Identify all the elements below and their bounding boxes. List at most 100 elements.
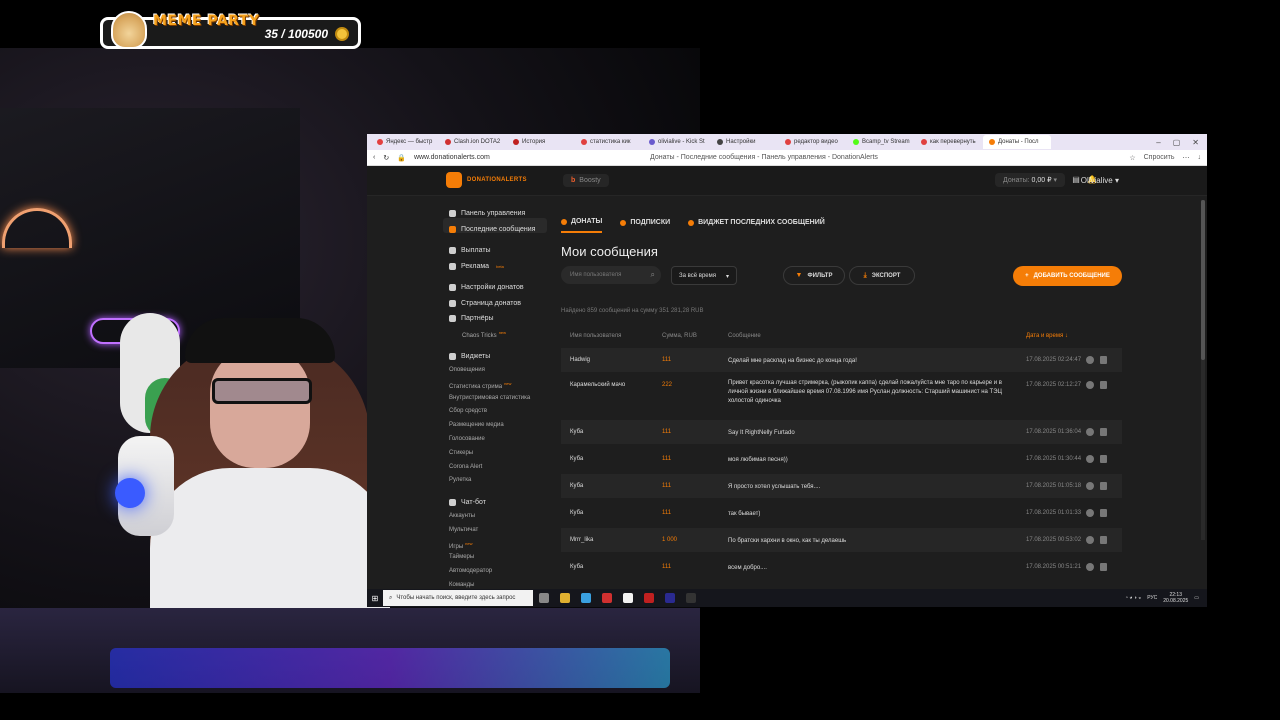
wallet-icon[interactable]: ▤ bbox=[1071, 175, 1081, 185]
trash-icon[interactable] bbox=[1100, 563, 1107, 571]
browser-tab[interactable]: Донаты - Посл bbox=[983, 135, 1051, 149]
browser-tab[interactable]: Яндекс — быстр bbox=[371, 135, 439, 149]
browser-tab[interactable]: как перевернуть bbox=[915, 135, 983, 149]
search-input[interactable]: Имя пользователя ⌕ bbox=[561, 266, 661, 284]
table-row[interactable]: Карамельский мачо 222 Привет красотка лучш… bbox=[561, 375, 1122, 417]
sidebar-subitem[interactable]: Сбор средств bbox=[449, 408, 487, 414]
table-row[interactable]: Куба 111 всем добро.... 17.08.2025 00:51:21 bbox=[561, 555, 1122, 579]
sidebar-item[interactable]: Чат-бот bbox=[449, 499, 486, 506]
sidebar-subitem[interactable]: Оповещения bbox=[449, 367, 485, 373]
trash-icon[interactable] bbox=[1100, 428, 1107, 436]
browser-tab[interactable]: редактор видео bbox=[779, 135, 847, 149]
trash-icon[interactable] bbox=[1100, 381, 1107, 389]
info-icon[interactable] bbox=[1086, 482, 1094, 490]
balance-box[interactable]: Донаты: 0,00 ₽ ▾ bbox=[995, 173, 1065, 187]
sidebar-subitem[interactable]: Размещение медиа bbox=[449, 422, 504, 428]
extensions-icon[interactable]: ⋯ bbox=[1183, 154, 1190, 162]
taskbar-app-icon[interactable] bbox=[665, 593, 675, 603]
sidebar-item[interactable]: Панель управления bbox=[449, 210, 525, 217]
sidebar-subitem[interactable]: Внутристримовая статистика bbox=[449, 395, 530, 401]
trash-icon[interactable] bbox=[1100, 482, 1107, 490]
bookmark-icon[interactable]: ☆ bbox=[1129, 154, 1135, 162]
browser-tab[interactable]: olivialive - Kick St bbox=[643, 135, 711, 149]
sidebar-subitem[interactable]: Мультичат bbox=[449, 527, 478, 533]
taskbar-app-icon[interactable] bbox=[644, 593, 654, 603]
sidebar-subitem[interactable]: Статистика стримаnew bbox=[449, 381, 511, 390]
close-icon[interactable]: ✕ bbox=[1192, 138, 1199, 147]
ask-button[interactable]: Спросить bbox=[1144, 154, 1175, 162]
taskbar-app-icon[interactable] bbox=[686, 593, 696, 603]
col-message[interactable]: Сообщение bbox=[728, 333, 761, 339]
export-button[interactable]: ⤓ ЭКСПОРТ bbox=[849, 266, 915, 285]
col-sum[interactable]: Сумма, RUB bbox=[662, 333, 697, 339]
trash-icon[interactable] bbox=[1100, 509, 1107, 517]
sidebar-item[interactable]: Настройки донатов bbox=[449, 284, 524, 291]
boosty-button[interactable]: b Boosty bbox=[563, 174, 609, 187]
sidebar-item[interactable]: Страница донатов bbox=[449, 300, 521, 307]
reload-icon[interactable]: ↻ bbox=[383, 154, 389, 162]
sidebar-subitem[interactable]: Голосование bbox=[449, 436, 485, 442]
url-field[interactable]: www.donationalerts.com bbox=[414, 154, 490, 161]
maximize-icon[interactable]: ▢ bbox=[1173, 138, 1181, 147]
taskbar-app-icon[interactable] bbox=[602, 593, 612, 603]
info-icon[interactable] bbox=[1086, 381, 1094, 389]
add-message-button[interactable]: + ДОБАВИТЬ СООБЩЕНИЕ bbox=[1013, 266, 1122, 286]
tray-icons[interactable]: ◔ ◕ ◑ ◒ bbox=[1125, 595, 1141, 601]
sidebar-subitem[interactable]: Таймеры bbox=[449, 554, 474, 560]
info-icon[interactable] bbox=[1086, 428, 1094, 436]
tab-widget[interactable]: ВИДЖЕТ ПОСЛЕДНИХ СООБЩЕНИЙ bbox=[688, 218, 825, 233]
sidebar-subitem[interactable]: Игрыnew bbox=[449, 541, 473, 550]
browser-tab[interactable]: Clash.ion DOTA2 bbox=[439, 135, 507, 149]
back-icon[interactable]: ‹ bbox=[373, 154, 375, 161]
sidebar-subitem[interactable]: Аккаунты bbox=[449, 513, 475, 519]
sidebar-subitem[interactable]: Рулетка bbox=[449, 477, 471, 483]
info-icon[interactable] bbox=[1086, 356, 1094, 364]
table-row[interactable]: Куба 111 так бывает) 17.08.2025 01:01:33 bbox=[561, 501, 1122, 525]
sidebar-item[interactable]: Реклама beta bbox=[449, 263, 504, 270]
taskbar-app-icon[interactable] bbox=[560, 593, 570, 603]
sidebar-item[interactable]: Последние сообщения bbox=[449, 226, 535, 233]
taskbar-app-icon[interactable] bbox=[623, 593, 633, 603]
sidebar-subitem[interactable]: Стикеры bbox=[449, 450, 473, 456]
sidebar-item[interactable]: Выплаты bbox=[449, 247, 491, 254]
clock[interactable]: 22:13 20.08.2025 bbox=[1163, 592, 1188, 604]
scrollbar[interactable] bbox=[1201, 200, 1205, 540]
user-menu[interactable]: Olivialive ▾ bbox=[1081, 176, 1119, 185]
trash-icon[interactable] bbox=[1100, 455, 1107, 463]
browser-tab[interactable]: статистика кик bbox=[575, 135, 643, 149]
info-icon[interactable] bbox=[1086, 455, 1094, 463]
sidebar-subitem[interactable]: Автомодератор bbox=[449, 568, 492, 574]
sidebar-subitem[interactable]: Команды bbox=[449, 582, 474, 588]
trash-icon[interactable] bbox=[1100, 356, 1107, 364]
table-row[interactable]: Куба 111 Я просто хотел услышать тебя.... 1… bbox=[561, 474, 1122, 498]
windows-start-icon[interactable]: ⊞ bbox=[367, 594, 383, 603]
taskbar-search[interactable]: ⌕ Чтобы начать поиск, введите здесь запр… bbox=[383, 590, 533, 606]
sidebar-item[interactable]: Виджеты bbox=[449, 353, 490, 360]
sidebar-item[interactable]: Chaos Tricksnew bbox=[462, 330, 506, 339]
browser-tab[interactable]: Bcamp_tv Stream bbox=[847, 135, 915, 149]
sidebar-subitem[interactable]: Corona Alert bbox=[449, 464, 482, 470]
minimize-icon[interactable]: – bbox=[1156, 138, 1160, 147]
table-row[interactable]: Куба 111 Say It RightNelly Furtado 17.08.20… bbox=[561, 420, 1122, 444]
filter-button[interactable]: ▼ ФИЛЬТР bbox=[783, 266, 845, 285]
language-indicator[interactable]: РУС bbox=[1147, 595, 1157, 601]
taskbar-app-icon[interactable] bbox=[581, 593, 591, 603]
info-icon[interactable] bbox=[1086, 509, 1094, 517]
taskbar-app-icon[interactable] bbox=[539, 593, 549, 603]
logo[interactable]: DONATIONALERTS bbox=[446, 172, 527, 188]
info-icon[interactable] bbox=[1086, 563, 1094, 571]
table-row[interactable]: Mrrr_lika 1 000 По братски хархни в окно, … bbox=[561, 528, 1122, 552]
col-user[interactable]: Имя пользователя bbox=[570, 333, 621, 339]
tab-subscriptions[interactable]: ПОДПИСКИ bbox=[620, 218, 670, 233]
table-row[interactable]: Hadwig 111 Сделай мне расклад на бизнес до… bbox=[561, 348, 1122, 372]
tab-donations[interactable]: ДОНАТЫ bbox=[561, 218, 603, 233]
period-select[interactable]: За всё время ▾ bbox=[671, 266, 737, 285]
scrollbar-thumb[interactable] bbox=[1201, 200, 1205, 360]
trash-icon[interactable] bbox=[1100, 536, 1107, 544]
table-row[interactable]: Куба 111 моя любимая песня)) 17.08.2025 01:… bbox=[561, 447, 1122, 471]
notifications-icon[interactable]: ▭ bbox=[1194, 595, 1199, 601]
browser-tab[interactable]: Настройки bbox=[711, 135, 779, 149]
sidebar-item[interactable]: Партнёры bbox=[449, 315, 494, 322]
info-icon[interactable] bbox=[1086, 536, 1094, 544]
col-date[interactable]: Дата и время ↓ bbox=[1026, 333, 1068, 339]
